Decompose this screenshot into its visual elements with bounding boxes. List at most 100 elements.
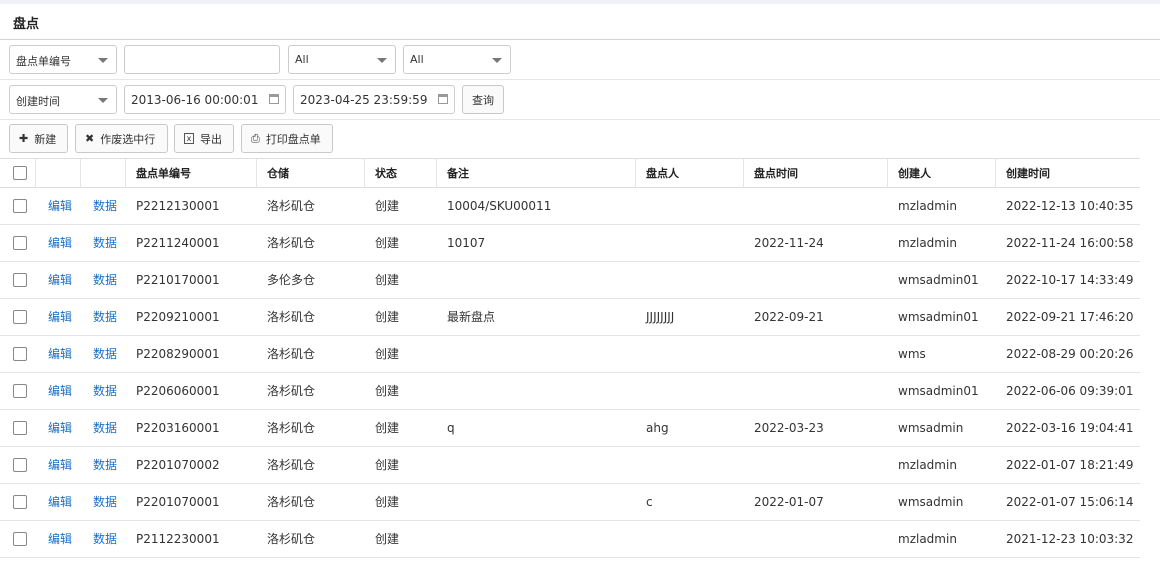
- edit-link[interactable]: 编辑: [38, 262, 72, 298]
- search-input[interactable]: [124, 45, 280, 74]
- edit-link[interactable]: 编辑: [38, 484, 72, 520]
- cell-no: P2201070002: [136, 458, 220, 472]
- cell-creator: mzladmin: [898, 199, 957, 213]
- cell-status: 创建: [375, 273, 400, 287]
- row-checkbox[interactable]: [13, 273, 27, 287]
- search-field-select[interactable]: 盘点单编号: [9, 45, 117, 74]
- col-header-status[interactable]: 状态: [365, 159, 437, 188]
- table-row[interactable]: 编辑 数据 P2208290001 洛杉矶仓 创建 wms 2022-08-29 00:20…: [0, 336, 1140, 373]
- cell-count-time: [744, 447, 754, 483]
- row-checkbox[interactable]: [13, 236, 27, 250]
- cell-remark: [437, 521, 447, 557]
- cell-status: 创建: [375, 199, 400, 213]
- cell-no: P2209210001: [136, 310, 220, 324]
- new-button[interactable]: ✚ 新建: [9, 124, 68, 153]
- cell-no: P2206060001: [136, 384, 220, 398]
- table-row[interactable]: 编辑 数据 P2201070002 洛杉矶仓 创建 mzladmin 2022-01-07 …: [0, 447, 1140, 484]
- row-checkbox[interactable]: [13, 199, 27, 213]
- edit-link[interactable]: 编辑: [38, 373, 72, 409]
- page-title: 盘点: [13, 17, 40, 32]
- edit-link[interactable]: 编辑: [38, 521, 72, 557]
- table-row[interactable]: 编辑 数据 P2206060001 洛杉矶仓 创建 wmsadmin01 2022-06-0…: [0, 373, 1140, 410]
- cell-remark: [437, 373, 447, 409]
- date-to-input[interactable]: 2023-04-25 23:59:59: [293, 85, 455, 114]
- cell-no: P2203160001: [136, 421, 220, 435]
- page-header: 盘点: [0, 4, 1160, 40]
- data-link[interactable]: 数据: [83, 299, 117, 335]
- cell-warehouse: 多伦多仓: [267, 273, 316, 287]
- cell-counter: [636, 262, 646, 298]
- cell-created: 2022-06-06 09:39:01: [1006, 384, 1134, 398]
- query-button[interactable]: 查询: [462, 85, 504, 114]
- data-link[interactable]: 数据: [83, 188, 117, 224]
- cell-no: P2201070001: [136, 495, 220, 509]
- col-header-counter[interactable]: 盘点人: [636, 159, 744, 188]
- col-header-creator[interactable]: 创建人: [888, 159, 996, 188]
- data-link[interactable]: 数据: [83, 373, 117, 409]
- table-row[interactable]: 编辑 数据 P2211240001 洛杉矶仓 创建 10107 2022-11-24 mzla…: [0, 225, 1140, 262]
- row-checkbox[interactable]: [13, 384, 27, 398]
- col-header-warehouse[interactable]: 仓储: [257, 159, 365, 188]
- cell-status: 创建: [375, 458, 400, 472]
- cell-warehouse: 洛杉矶仓: [267, 458, 316, 472]
- data-link[interactable]: 数据: [83, 336, 117, 372]
- row-checkbox[interactable]: [13, 310, 27, 324]
- cell-counter: [636, 447, 646, 483]
- search-field-select-value: 盘点单编号: [16, 55, 71, 68]
- status-select[interactable]: All: [403, 45, 511, 74]
- edit-link[interactable]: 编辑: [38, 188, 72, 224]
- cell-created: 2021-12-23 10:03:32: [1006, 532, 1134, 546]
- row-checkbox[interactable]: [13, 532, 27, 546]
- print-button[interactable]: ⎙ 打印盘点单: [241, 124, 333, 153]
- data-link[interactable]: 数据: [83, 484, 117, 520]
- data-link[interactable]: 数据: [83, 447, 117, 483]
- table-row[interactable]: 编辑 数据 P2201070001 洛杉矶仓 创建 c 2022-01-07 wmsadmin…: [0, 484, 1140, 521]
- cell-no: P2210170001: [136, 273, 220, 287]
- cell-created: 2022-10-17 14:33:49: [1006, 273, 1134, 287]
- col-header-count-time[interactable]: 盘点时间: [744, 159, 888, 188]
- date-from-input[interactable]: 2013-06-16 00:00:01: [124, 85, 286, 114]
- cell-warehouse: 洛杉矶仓: [267, 310, 316, 324]
- col-header-remark[interactable]: 备注: [437, 159, 636, 188]
- filter-row-1: 盘点单编号 All All: [0, 40, 1160, 80]
- edit-link[interactable]: 编辑: [38, 410, 72, 446]
- table-row[interactable]: 编辑 数据 P2210170001 多伦多仓 创建 wmsadmin01 2022-10-1…: [0, 262, 1140, 299]
- data-link[interactable]: 数据: [83, 225, 117, 261]
- cell-counter: [636, 521, 646, 557]
- cell-remark: 10004/SKU00011: [447, 199, 552, 213]
- chevron-down-icon: [98, 58, 108, 63]
- export-button[interactable]: x 导出: [174, 124, 234, 153]
- cell-creator: wmsadmin: [898, 495, 964, 509]
- cell-counter: JJJJJJJJ: [646, 310, 675, 324]
- row-checkbox[interactable]: [13, 421, 27, 435]
- cell-count-time: 2022-11-24: [754, 236, 824, 250]
- cell-count-time: 2022-01-07: [754, 495, 824, 509]
- col-header-created[interactable]: 创建时间: [996, 159, 1140, 188]
- cell-no: P2211240001: [136, 236, 220, 250]
- table-row[interactable]: 编辑 数据 P2209210001 洛杉矶仓 创建 最新盘点 JJJJJJJJ 2022-09…: [0, 299, 1140, 336]
- date-field-select[interactable]: 创建时间: [9, 85, 117, 114]
- select-all-checkbox[interactable]: [13, 166, 27, 180]
- edit-link[interactable]: 编辑: [38, 336, 72, 372]
- col-header-no[interactable]: 盘点单编号: [126, 159, 257, 188]
- edit-link[interactable]: 编辑: [38, 447, 72, 483]
- cell-count-time: 2022-03-23: [754, 421, 824, 435]
- table-row[interactable]: 编辑 数据 P2212130001 洛杉矶仓 创建 10004/SKU00011 mzlad…: [0, 188, 1140, 225]
- cell-status: 创建: [375, 421, 400, 435]
- table-row[interactable]: 编辑 数据 P2203160001 洛杉矶仓 创建 q ahg 2022-03-23 wmsad…: [0, 410, 1140, 447]
- chevron-down-icon: [377, 58, 387, 63]
- row-checkbox[interactable]: [13, 458, 27, 472]
- row-checkbox[interactable]: [13, 347, 27, 361]
- table-row[interactable]: 编辑 数据 P2112230001 洛杉矶仓 创建 mzladmin 2021-12-23 …: [0, 521, 1140, 558]
- edit-link[interactable]: 编辑: [38, 225, 72, 261]
- warehouse-select[interactable]: All: [288, 45, 396, 74]
- data-link[interactable]: 数据: [83, 521, 117, 557]
- row-checkbox[interactable]: [13, 495, 27, 509]
- cell-counter: [636, 225, 646, 261]
- void-selected-button[interactable]: ✖ 作废选中行: [75, 124, 168, 153]
- status-select-value: All: [410, 53, 424, 66]
- edit-link[interactable]: 编辑: [38, 299, 72, 335]
- cell-no: P2208290001: [136, 347, 220, 361]
- data-link[interactable]: 数据: [83, 410, 117, 446]
- data-link[interactable]: 数据: [83, 262, 117, 298]
